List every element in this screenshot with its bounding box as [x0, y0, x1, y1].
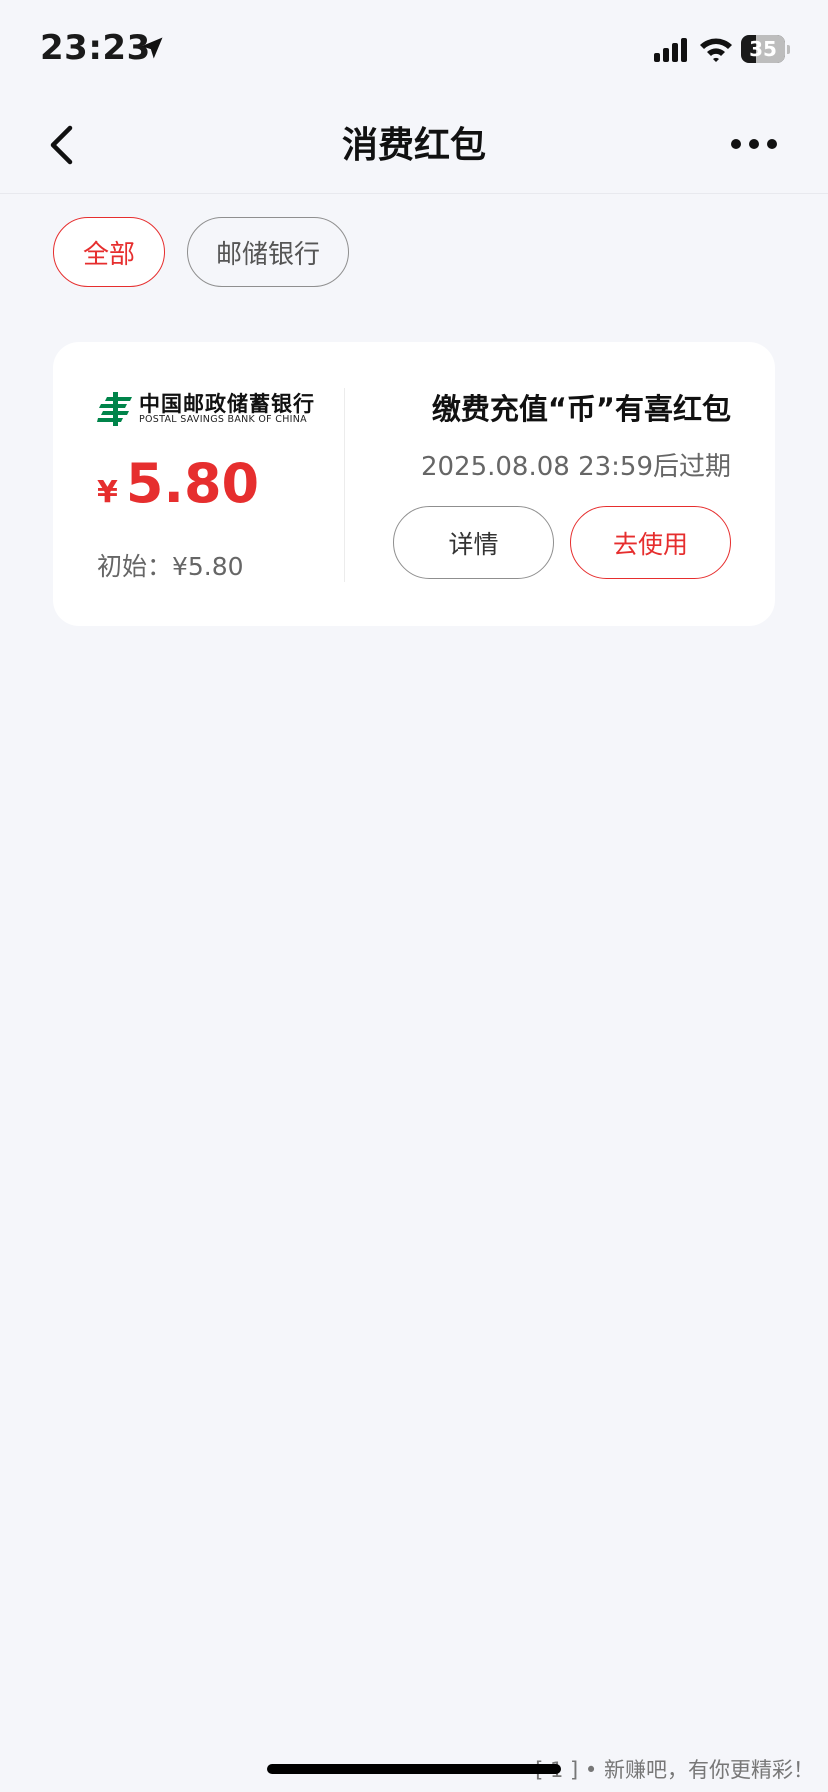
page-title: 消费红包	[341, 125, 486, 166]
filter-chip-psbc[interactable]: 邮储银行	[187, 217, 349, 287]
status-time: 23:23	[40, 28, 151, 68]
nav-bar: 消费红包	[0, 98, 828, 194]
initial-amount: 初始：¥5.80	[97, 552, 244, 581]
coupon-title: 缴费充值“币”有喜红包	[431, 392, 731, 426]
coupon-amount: ¥ 5.80	[97, 452, 259, 515]
watermark: [ 1 ] • 新赚吧，有你更精彩！	[535, 1758, 814, 1782]
battery-body: 35	[741, 35, 785, 63]
filter-chip-all[interactable]: 全部	[53, 217, 165, 287]
screen: 23:23 35 消费红包 全部 邮储银行 中国邮政储蓄银行 POSTAL SA…	[0, 0, 828, 1792]
psbc-logo-icon	[97, 392, 132, 426]
coupon-card[interactable]: 中国邮政储蓄银行 POSTAL SAVINGS BANK OF CHINA ¥ …	[53, 342, 775, 626]
detail-button[interactable]: 详情	[393, 506, 554, 579]
card-divider	[344, 388, 345, 582]
battery-level: 35	[749, 37, 777, 61]
battery-tip	[787, 45, 790, 54]
location-arrow-icon	[141, 37, 163, 59]
battery-indicator: 35	[741, 35, 790, 63]
cellular-signal-icon	[654, 38, 687, 62]
bank-name-en: POSTAL SAVINGS BANK OF CHINA	[139, 414, 307, 425]
status-bar: 23:23 35	[0, 0, 828, 98]
wifi-icon	[700, 38, 732, 62]
currency-symbol: ¥	[97, 475, 118, 510]
use-button[interactable]: 去使用	[570, 506, 731, 579]
amount-value: 5.80	[125, 452, 260, 515]
home-indicator[interactable]	[267, 1764, 561, 1774]
coupon-expiry: 2025.08.08 23:59后过期	[420, 452, 731, 482]
more-horizontal-icon[interactable]	[730, 132, 778, 156]
bank-logo: 中国邮政储蓄银行 POSTAL SAVINGS BANK OF CHINA	[97, 388, 314, 428]
